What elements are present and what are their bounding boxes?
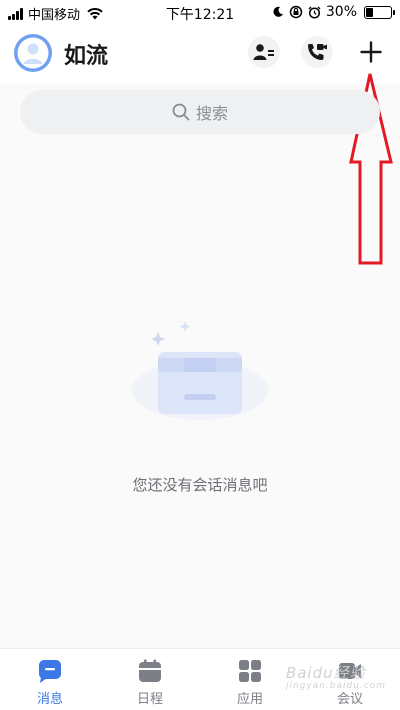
user-avatar[interactable] (14, 34, 52, 72)
video-call-icon (308, 44, 327, 60)
contacts-button[interactable] (248, 36, 280, 68)
watermark: Baidu经验 jingyan.baidu.com (286, 662, 386, 691)
tab-label: 消息 (36, 692, 63, 707)
avatar-silhouette-icon (17, 37, 49, 69)
plus-icon (360, 41, 382, 63)
search-bar[interactable]: 搜索 (20, 90, 380, 134)
empty-state-message: 您还没有会话消息吧 (132, 476, 268, 494)
orientation-lock-icon (289, 5, 303, 19)
watermark-text: Baidu经验 (285, 664, 366, 682)
battery-level (366, 7, 373, 17)
empty-box-illustration (132, 321, 268, 420)
moon-icon (273, 6, 283, 17)
tab-schedule[interactable]: 日程 (100, 649, 200, 710)
app-title: 如流 (64, 44, 109, 69)
app-header: 如流 (0, 26, 400, 84)
video-call-button[interactable] (301, 36, 333, 68)
tab-label: 日程 (136, 692, 163, 707)
add-button[interactable] (355, 36, 387, 68)
battery-percent: 30% (325, 4, 357, 20)
contacts-icon (253, 44, 274, 60)
alarm-icon (308, 6, 321, 19)
apps-icon (239, 660, 261, 682)
message-icon (39, 660, 61, 683)
watermark-url: jingyan.baidu.com (285, 681, 386, 691)
tab-label: 应用 (236, 692, 263, 707)
app-screen: 中国移动 下午12:21 30% 如流 搜索 您还没有会话消息吧 消息 日程 应… (0, 0, 400, 710)
battery-icon (364, 5, 395, 19)
status-bar: 中国移动 下午12:21 30% (0, 0, 400, 26)
status-right: 30% (272, 4, 395, 20)
tab-messages[interactable]: 消息 (0, 649, 100, 710)
search-placeholder: 搜索 (195, 104, 228, 123)
calendar-icon (139, 659, 161, 682)
search-icon (172, 103, 190, 121)
